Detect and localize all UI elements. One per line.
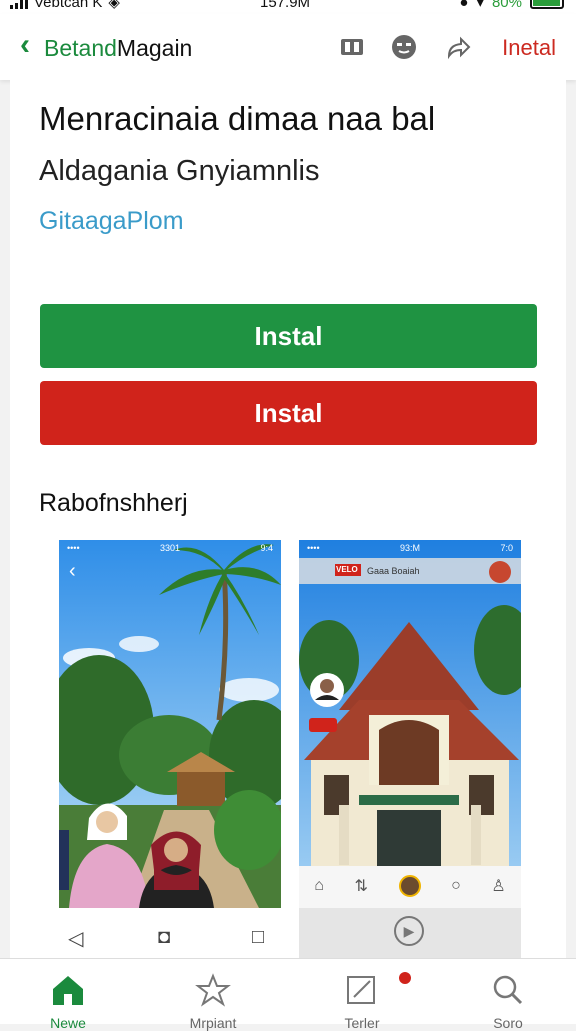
screenshot-2-toolbar: ⌂ ⇅ ○ ♙ [299, 871, 521, 901]
developer-name[interactable]: Aldagania Gnyiamnlis [39, 155, 319, 188]
screenshot-2-right: 7:0 [500, 543, 513, 553]
emoji-icon[interactable] [391, 34, 417, 60]
screenshot-2-chat-icon: ○ [451, 877, 461, 894]
screenshot-2-footer: ▶ [299, 908, 521, 960]
screenshot-1-right: 9:4 [260, 543, 273, 553]
wifi-icon-right: ▾ [476, 0, 484, 11]
app-bar-title: BetandMagain [44, 35, 192, 62]
category-link[interactable]: GitaagaPlom [39, 207, 184, 236]
nav-item-edit[interactable]: Terler [312, 959, 412, 1031]
screenshot-1-time: 3301 [160, 543, 181, 553]
book-icon[interactable] [339, 34, 365, 60]
recent-square-icon[interactable]: □ [252, 926, 264, 949]
app-bar-title-part1: Betand [44, 35, 117, 61]
screenshot-1-back-icon: ‹ [69, 560, 76, 582]
screenshot-2-home-icon: ⌂ [314, 877, 324, 894]
app-detail-card: Menracinaia dimaa naa bal Aldagania Gnyi… [10, 80, 566, 960]
screenshot-2-status: •••• 93:M 7:0 [299, 540, 521, 556]
home-square-icon[interactable]: ◘ [158, 926, 170, 949]
nav-item-featured[interactable]: Mrpiant [163, 959, 263, 1031]
screenshot-2[interactable]: •••• 93:M 7:0 VELO Gaaa Boaiah ⌂ ⇅ ○ ♙ [299, 540, 521, 908]
nav-item-home[interactable]: Newe [18, 959, 118, 1031]
install-button-secondary[interactable]: Instal [40, 381, 537, 445]
status-time: 157.9M [260, 0, 311, 11]
search-icon [493, 975, 523, 1005]
screenshot-1[interactable]: •••• 3301 9:4 ‹ [59, 540, 281, 908]
carrier-label: Vebtcan K [34, 0, 103, 11]
star-icon [195, 973, 231, 1007]
battery-percent: 80% [491, 0, 522, 11]
screenshot-2-time: 93:M [400, 543, 421, 553]
screenshot-1-status: •••• 3301 9:4 [59, 540, 281, 556]
wifi-icon: ◈ [108, 0, 120, 11]
screenshot-2-avatar-icon [398, 875, 421, 897]
back-triangle-icon[interactable]: ◁ [68, 926, 83, 951]
edit-icon [347, 976, 375, 1004]
alarm-icon: ● [459, 0, 469, 11]
chevron-left-icon[interactable]: ‹ [20, 30, 30, 60]
notification-badge [399, 972, 411, 984]
app-bar-title-part2: Magain [116, 35, 193, 61]
screenshot-1-signal: •••• [67, 543, 80, 553]
status-bar: Vebtcan K ◈ 157.9M ● ▾ 80% [0, 0, 576, 14]
signal-icon [10, 0, 28, 9]
home-icon [53, 976, 83, 1005]
screenshot-2-signal: •••• [307, 543, 320, 553]
app-title: Menracinaia dimaa naa bal [39, 100, 436, 137]
share-icon[interactable] [445, 34, 471, 60]
screenshot-2-repeat-icon: ⇅ [354, 878, 368, 895]
nav-label-featured: Mrpiant [189, 1015, 237, 1031]
building-photo [299, 540, 521, 908]
nav-item-search[interactable]: Soro [458, 959, 558, 1031]
install-button-primary[interactable]: Instal [40, 304, 537, 368]
screenshot-2-tag: VELO [336, 565, 358, 574]
nav-label-edit: Terler [344, 1015, 380, 1031]
bottom-navigation: Newe Mrpiant Terler Soro [0, 958, 576, 1031]
screenshot-2-user-icon: ♙ [491, 878, 506, 895]
nav-label-home: Newe [50, 1015, 86, 1031]
install-link[interactable]: Inetal [502, 35, 556, 61]
nav-label-search: Soro [493, 1015, 523, 1031]
tropical-photo [59, 540, 281, 908]
app-bar: ‹ BetandMagain Inetal [0, 14, 576, 80]
play-icon[interactable]: ▶ [394, 916, 424, 946]
battery-icon [530, 0, 564, 9]
section-title: Rabofnshherj [39, 489, 188, 517]
screenshot-2-chip: Gaaa Boaiah [367, 566, 420, 576]
